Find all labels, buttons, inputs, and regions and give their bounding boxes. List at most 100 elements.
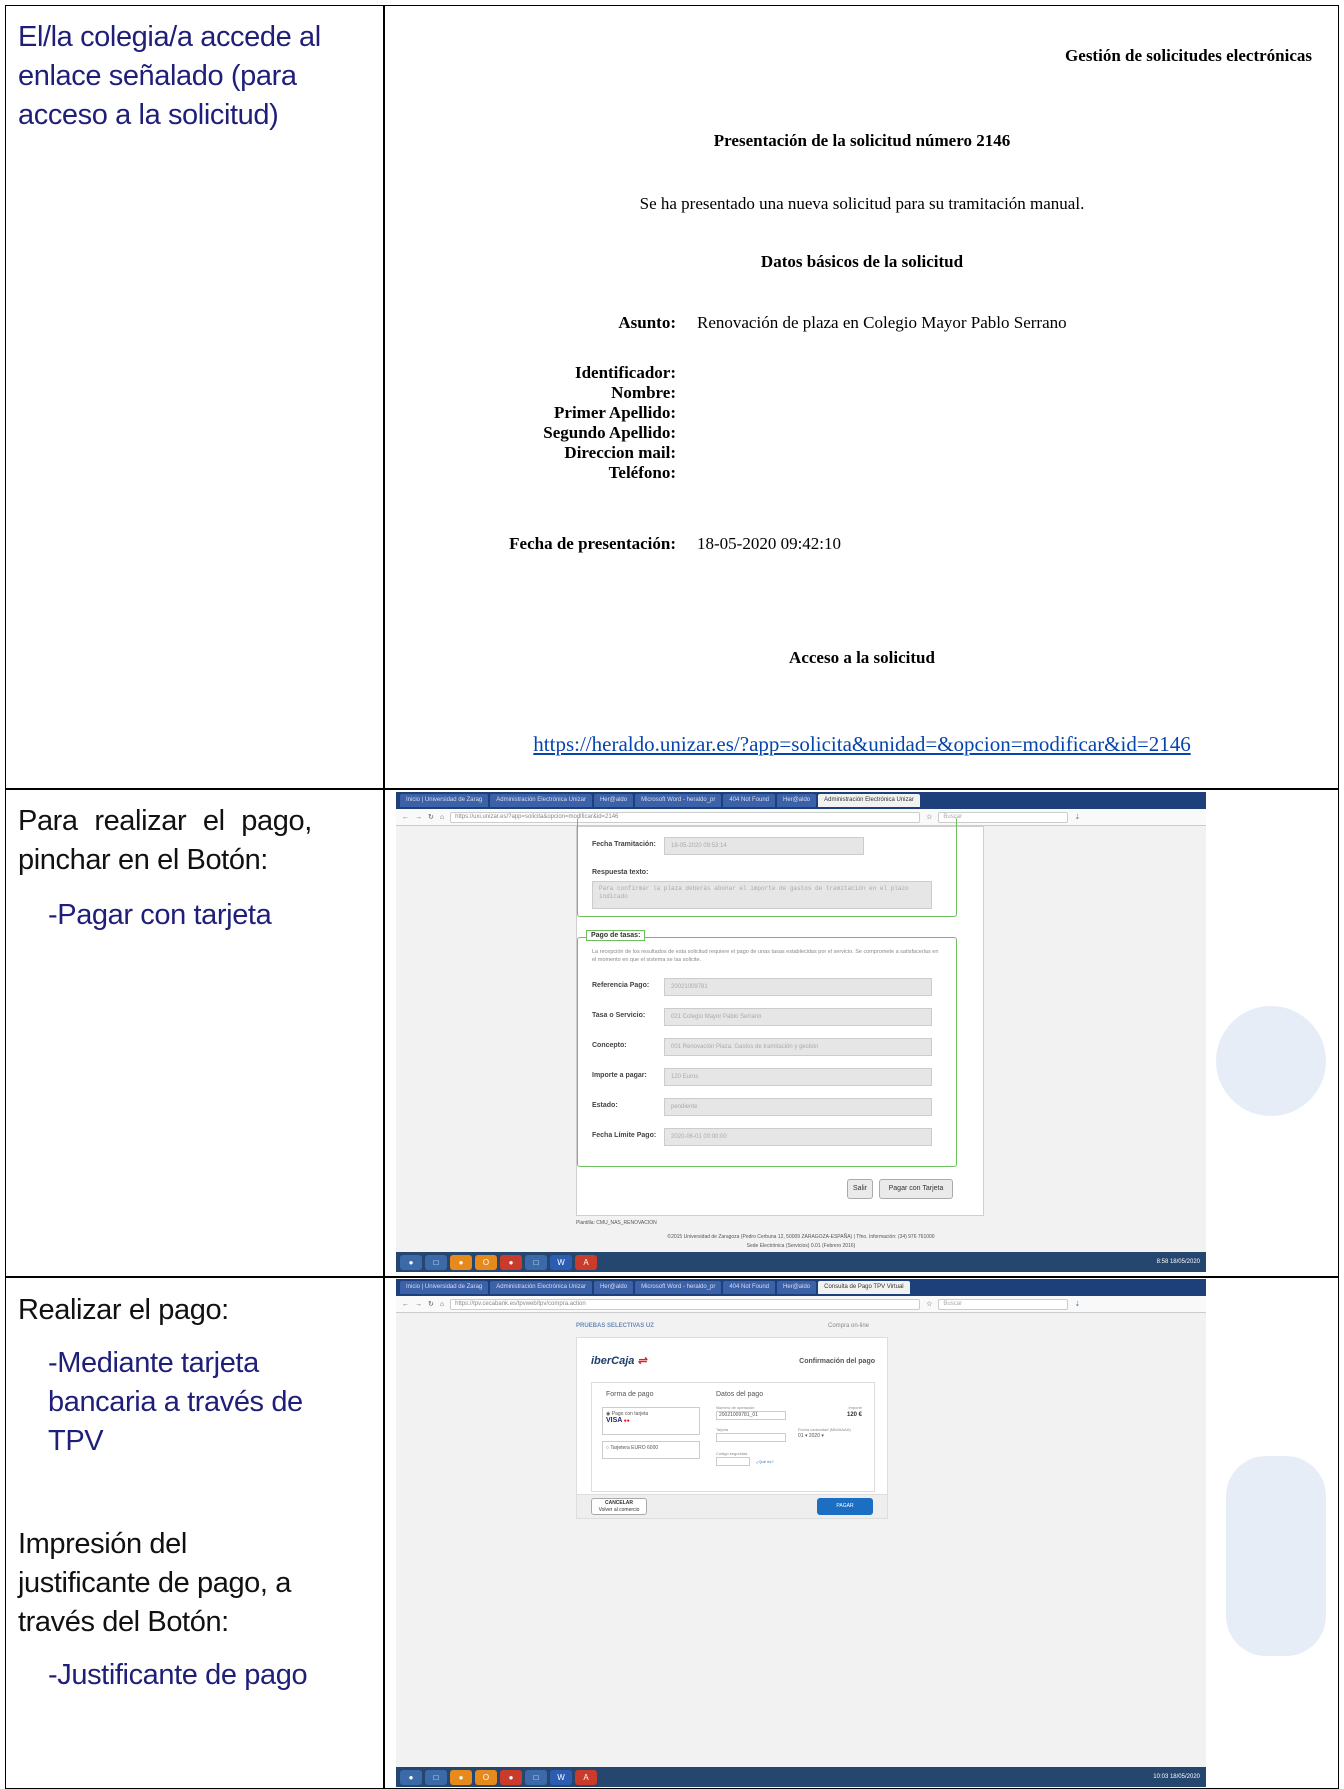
field-label: Teléfono: [608,463,676,482]
fecha-limite-field: 2020-06-01 00:00:00 [664,1128,932,1146]
pago-fieldset: Pago de tasas: La recepción de los resul… [577,930,957,1167]
address-bar[interactable]: https://tpv.cecabank.es/tpvweb/tpv/compr… [450,1298,921,1310]
step-text: El/la colegia/a accede al [18,21,321,53]
cvv-input[interactable] [716,1457,750,1466]
email-section-title: Datos básicos de la solicitud [760,252,964,271]
word-icon[interactable]: W [550,1769,572,1785]
browser-tab[interactable]: Administración Electrónica Unizar [490,1281,592,1294]
respuesta-field: Para confirmar la plaza deberás abonar e… [592,881,932,909]
browser-tab[interactable]: Inicio | Universidad de Zarag [400,1281,489,1294]
browser-tab[interactable]: 404 Not Found [723,1281,776,1294]
step-text: Impresión del [18,1528,187,1560]
anio-select[interactable]: 2020 [809,1433,820,1439]
start-icon[interactable]: ● [400,1254,422,1270]
que-es-link[interactable]: ¿Qué es? [756,1459,774,1464]
step-text: enlace señalado (para [18,60,297,92]
start-icon[interactable]: ● [400,1769,422,1785]
browser-tab[interactable]: Inicio | Universidad de Zarag [400,794,489,807]
field-label: Importe [848,1405,862,1410]
volver-label: Volver al comercio [598,1507,640,1513]
outlook-icon[interactable]: O [475,1769,497,1785]
field-label: Importe a pagar: [592,1072,647,1079]
search-box[interactable]: Buscar [938,1298,1069,1310]
back-icon[interactable]: ← [402,1301,409,1308]
browser-tab-active[interactable]: Consulta de Pago TPV Virtual [818,1281,910,1294]
field-label: Concepto: [592,1042,627,1049]
windows-taskbar: ● □ ● O ● □ W A 8:58 18/05/2020 [396,1252,1206,1272]
column-divider [383,6,385,1788]
browser-tab[interactable]: 404 Not Found [723,794,776,807]
pagar-con-tarjeta-button[interactable]: Pagar con Tarjeta [879,1179,953,1199]
merchant-name: PRUEBAS SELECTIVAS UZ [576,1323,654,1329]
step-2-description: Para realizar el pago, pinchar en el Bot… [18,802,373,935]
browser-tab[interactable]: Microsoft Word - heraldo_pr [635,1281,722,1294]
reload-icon[interactable]: ↻ [428,1300,434,1308]
bank-name: iberCaja [591,1355,635,1367]
browser-tab[interactable]: Her@aldo [593,794,634,807]
browser-tab[interactable]: Her@aldo [777,1281,817,1294]
step-text: través del Botón: [18,1606,229,1638]
row-divider [6,788,1338,790]
browser-tab-active[interactable]: Administración Electrónica Unizar [818,794,920,807]
bookmark-icon[interactable]: ☆ [926,1300,932,1308]
field-label: Estado: [592,1102,618,1109]
field-label: Referencia Pago: [592,982,650,989]
forward-icon[interactable]: → [415,814,422,821]
respuesta-fieldset: Fecha Tramitación: 18-05-2020 09:53:14 R… [577,817,957,917]
step-text: pinchar en el Botón: [18,844,268,876]
home-icon[interactable]: ⌂ [440,814,444,821]
firefox-icon[interactable]: ● [500,1254,522,1270]
mes-select[interactable]: 01 [798,1433,804,1439]
asunto-label: Asunto: [618,313,676,332]
forward-icon[interactable]: → [415,1301,422,1308]
euro6000-option[interactable]: ○ Tarjetera EURO 6000 [602,1441,700,1459]
fecha-value: 18-05-2020 09:42:10 [697,534,842,553]
reload-icon[interactable]: ↻ [428,813,434,821]
pdf-icon[interactable]: A [575,1769,597,1785]
step-text: bancaria a través de [48,1386,303,1418]
explorer-icon[interactable]: □ [425,1254,447,1270]
field-label: Primer Apellido: [554,403,676,422]
download-icon[interactable]: ⇣ [1074,813,1080,821]
salir-button[interactable]: Salir [847,1179,873,1199]
identity-fields: Identificador: Nombre: Primer Apellido: … [543,363,676,483]
pdf-icon[interactable]: A [575,1254,597,1270]
explorer-icon[interactable]: □ [425,1769,447,1785]
field-label: Direccion mail: [564,443,676,462]
watermark-logo [1216,1006,1326,1116]
step-text: justificante de pago, a [18,1567,291,1599]
browser-tab[interactable]: Administración Electrónica Unizar [490,794,592,807]
bank-logo-icon: ⇌ [637,1355,647,1367]
step-button-name: -Justificante de pago [48,1659,308,1691]
field-label: Identificador: [574,363,676,382]
watermark-logo [1226,1456,1326,1656]
app-icon[interactable]: □ [525,1254,547,1270]
field-label: Tarjeta [716,1427,729,1432]
search-box[interactable]: Buscar [938,811,1069,823]
chrome-icon[interactable]: ● [450,1769,472,1785]
outlook-icon[interactable]: O [475,1254,497,1270]
email-message: Se ha presentado una nueva solicitud par… [639,194,1085,213]
cancelar-button[interactable]: CANCELAR Volver al comercio [591,1498,647,1515]
home-icon[interactable]: ⌂ [440,1301,444,1308]
firefox-icon[interactable]: ● [500,1769,522,1785]
estado-field: pendiente [664,1098,932,1116]
browser-tab[interactable]: Microsoft Word - heraldo_pr [635,794,722,807]
word-icon[interactable]: W [550,1254,572,1270]
app-icon[interactable]: □ [525,1769,547,1785]
download-icon[interactable]: ⇣ [1074,1300,1080,1308]
visa-icon: VISA [606,1417,623,1424]
step-1-description: El/la colegia/a accede al enlace señalad… [18,18,373,135]
clock: 8:58 18/05/2020 [1156,1259,1200,1265]
tarjeta-input[interactable] [716,1433,786,1442]
caducidad-selects[interactable]: 01 ▾ 2020 ▾ [798,1433,824,1439]
solicitud-link[interactable]: https://heraldo.unizar.es/?app=solicita&… [533,732,1190,756]
chrome-icon[interactable]: ● [450,1254,472,1270]
pagar-button[interactable]: PAGAR [817,1498,873,1515]
step-3-description: Realizar el pago: -Mediante tarjeta banc… [18,1291,373,1695]
browser-tab[interactable]: Her@aldo [777,794,817,807]
card-option[interactable]: ◉ Pago con tarjeta VISA ●● [602,1407,700,1435]
back-icon[interactable]: ← [402,814,409,821]
browser-tab[interactable]: Her@aldo [593,1281,634,1294]
field-label: Nombre: [611,383,676,402]
